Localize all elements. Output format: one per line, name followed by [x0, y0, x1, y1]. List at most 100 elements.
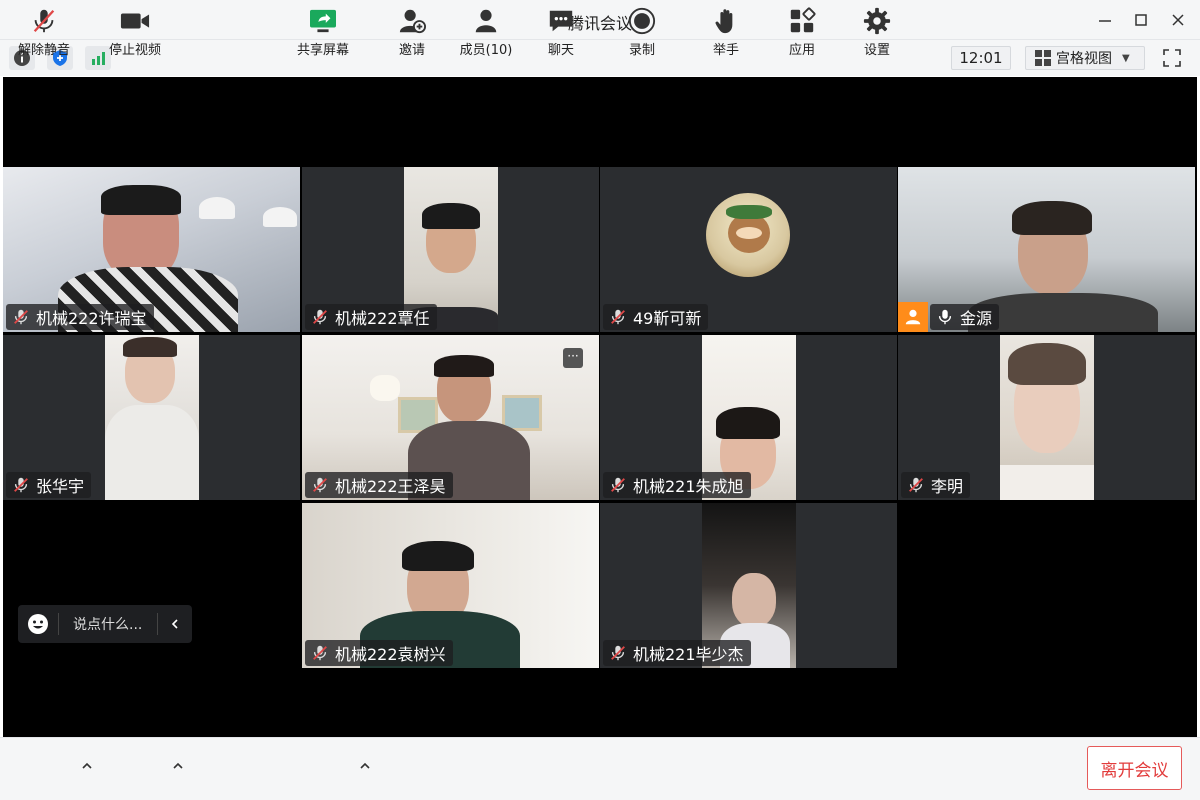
- apps-button[interactable]: 应用: [782, 6, 822, 60]
- invite-label: 邀请: [398, 43, 425, 58]
- mic-muted-icon: [905, 475, 927, 495]
- participant-avatar: [706, 193, 790, 277]
- smiley-icon: [28, 614, 48, 634]
- mic-muted-icon: [607, 475, 629, 495]
- grid-view-icon: [1035, 50, 1051, 66]
- participant-nametag: 机械222许瑞宝: [6, 304, 154, 330]
- audio-options-button[interactable]: [79, 758, 95, 774]
- unmute-label: 解除静音: [17, 43, 70, 58]
- participant-tile[interactable]: 机械221朱成旭: [600, 335, 897, 500]
- meeting-info-bar: [0, 40, 1200, 76]
- invite-button[interactable]: 邀请: [392, 6, 432, 60]
- participant-name: 机械221朱成旭: [633, 477, 744, 496]
- emoji-button[interactable]: [18, 605, 58, 643]
- chat-icon: [544, 6, 578, 36]
- chevron-up-icon: [173, 762, 183, 769]
- participant-tile[interactable]: ··· 机械222王泽昊: [302, 335, 599, 500]
- mic-muted-icon: [309, 475, 331, 495]
- chat-input-placeholder[interactable]: 说点什么...: [59, 614, 157, 634]
- share-options-button[interactable]: [357, 758, 373, 774]
- participant-nametag: 机械222王泽昊: [305, 472, 453, 498]
- participant-tile[interactable]: 李明: [898, 335, 1195, 500]
- collapse-chat-button[interactable]: [158, 605, 192, 643]
- settings-button[interactable]: 设置: [857, 6, 897, 60]
- record-label: 录制: [628, 43, 655, 58]
- participant-tile-active-speaker[interactable]: 金源: [898, 167, 1195, 332]
- minimize-button[interactable]: [1093, 8, 1117, 32]
- video-camera-icon: [118, 6, 152, 36]
- add-user-icon: [395, 6, 429, 36]
- unmute-button[interactable]: 解除静音: [14, 6, 74, 60]
- members-icon: [469, 6, 503, 36]
- mic-muted-icon: [309, 643, 331, 663]
- stop-video-label: 停止视频: [108, 43, 161, 58]
- mic-on-icon: [934, 307, 956, 327]
- hand-icon: [709, 6, 743, 36]
- mic-muted-icon: [607, 307, 629, 327]
- participant-name: 机械222袁树兴: [335, 645, 446, 664]
- share-screen-label: 共享屏幕: [296, 43, 349, 58]
- participant-name: 张华宇: [36, 477, 85, 496]
- participant-video: [105, 335, 199, 500]
- participant-nametag: 机械222袁树兴: [305, 640, 453, 666]
- mic-muted-icon: [309, 307, 331, 327]
- stop-video-button[interactable]: 停止视频: [104, 6, 166, 60]
- participant-name: 机械221毕少杰: [633, 645, 744, 664]
- record-icon: [625, 6, 659, 36]
- participant-nametag: 机械221朱成旭: [603, 472, 751, 498]
- gear-icon: [860, 6, 894, 36]
- raise-hand-label: 举手: [712, 43, 739, 58]
- fullscreen-icon: [1163, 49, 1181, 67]
- settings-label: 设置: [863, 43, 890, 58]
- participant-name: 机械222覃任: [335, 309, 430, 328]
- close-icon: [1172, 14, 1184, 26]
- participant-nametag: 49靳可新: [603, 304, 709, 330]
- window-title: 腾讯会议: [567, 14, 632, 33]
- leave-meeting-button[interactable]: 离开会议: [1087, 746, 1182, 790]
- participant-nametag: 张华宇: [6, 472, 92, 498]
- fullscreen-button[interactable]: [1159, 46, 1185, 70]
- view-mode-dropdown[interactable]: 宫格视图 ▼: [1025, 46, 1145, 70]
- participant-nametag: 机械222覃任: [305, 304, 437, 330]
- participant-nametag: 李明: [901, 472, 971, 498]
- chat-label: 聊天: [547, 43, 574, 58]
- apps-icon: [785, 6, 819, 36]
- view-mode-label: 宫格视图: [1056, 51, 1112, 67]
- maximize-icon: [1135, 14, 1147, 26]
- quick-chat-bar[interactable]: 说点什么...: [18, 605, 192, 643]
- maximize-button[interactable]: [1129, 8, 1153, 32]
- minimize-icon: [1099, 20, 1111, 22]
- chat-button[interactable]: 聊天: [541, 6, 581, 60]
- participant-nametag: 金源: [930, 304, 1000, 330]
- chevron-left-icon: [171, 619, 178, 629]
- title-bar: 腾讯会议: [0, 0, 1200, 40]
- participant-nametag: 机械221毕少杰: [603, 640, 751, 666]
- mic-muted-icon: [607, 643, 629, 663]
- participant-tile[interactable]: 机械221毕少杰: [600, 503, 897, 668]
- chevron-up-icon: [360, 762, 370, 769]
- participant-tile[interactable]: 机械222许瑞宝: [3, 167, 300, 332]
- video-options-button[interactable]: [170, 758, 186, 774]
- more-options-button[interactable]: ···: [563, 348, 583, 368]
- chevron-up-icon: [82, 762, 92, 769]
- record-button[interactable]: 录制: [622, 6, 662, 60]
- participant-tile[interactable]: 机械222覃任: [302, 167, 599, 332]
- mic-muted-icon: [10, 307, 32, 327]
- close-window-button[interactable]: [1166, 8, 1190, 32]
- participant-name: 李明: [931, 477, 964, 496]
- participant-tile[interactable]: 张华宇: [3, 335, 300, 500]
- participant-tile[interactable]: 49靳可新: [600, 167, 897, 332]
- share-screen-button[interactable]: 共享屏幕: [292, 6, 354, 60]
- raise-hand-button[interactable]: 举手: [706, 6, 746, 60]
- members-button[interactable]: 成员(10): [456, 6, 516, 60]
- members-label: 成员(10): [459, 43, 513, 58]
- chevron-down-icon: ▼: [1122, 52, 1130, 64]
- meeting-timer: 12:01: [951, 46, 1011, 70]
- host-badge-icon: [898, 302, 928, 332]
- participant-name: 机械222王泽昊: [335, 477, 446, 496]
- share-screen-icon: [306, 6, 340, 36]
- participant-name: 金源: [960, 309, 993, 328]
- participant-name: 49靳可新: [633, 309, 702, 328]
- mic-muted-icon: [27, 6, 61, 36]
- participant-tile[interactable]: 机械222袁树兴: [302, 503, 599, 668]
